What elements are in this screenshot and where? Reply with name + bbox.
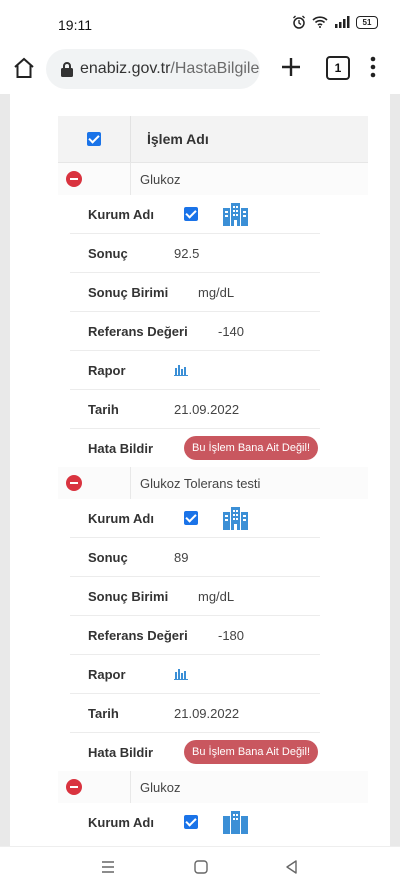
detail-row-sonuc: Sonuç 92.5 xyxy=(70,234,320,273)
label-hata: Hata Bildir xyxy=(88,440,154,456)
browser-toolbar: enabiz.gov.tr/HastaBilgileri/T 1 xyxy=(0,44,400,94)
column-title: İşlem Adı xyxy=(147,131,209,147)
home-nav-icon[interactable] xyxy=(193,859,209,875)
url-path: /HastaBilgileri/T xyxy=(170,60,260,77)
results-table: İşlem Adı Glukoz Kurum Adı Sonuç 92.5 So… xyxy=(58,116,368,841)
label-hata: Hata Bildir xyxy=(88,744,154,760)
detail-row-birim: Sonuç Birimi mg/dL xyxy=(70,577,320,616)
back-icon[interactable] xyxy=(284,859,300,875)
select-all-checkbox[interactable] xyxy=(87,132,101,146)
bar-chart-icon[interactable] xyxy=(174,364,188,376)
minus-circle-icon[interactable] xyxy=(66,475,82,491)
url-domain: enabiz.gov.tr xyxy=(80,60,171,77)
wifi-icon xyxy=(312,16,328,28)
value-sonuc: 92.5 xyxy=(174,245,200,261)
tabs-button[interactable]: 1 xyxy=(326,56,350,80)
battery-icon: 51 xyxy=(356,15,378,29)
alarm-icon xyxy=(293,15,305,29)
bar-chart-icon[interactable] xyxy=(174,668,188,680)
building-icon[interactable] xyxy=(222,202,248,226)
kurum-checkbox[interactable] xyxy=(184,207,198,221)
building-icon[interactable] xyxy=(222,810,248,834)
detail-row-kurum: Kurum Adı xyxy=(70,499,320,538)
label-kurum: Kurum Adı xyxy=(88,206,154,222)
report-not-mine-button[interactable]: Bu İşlem Bana Ait Değil! xyxy=(184,436,319,460)
test-name: Glukoz xyxy=(140,171,181,187)
detail-row-rapor: Rapor xyxy=(70,351,320,390)
detail-row-referans: Referans Değeri -180 xyxy=(70,616,320,655)
detail-row-referans: Referans Değeri -140 xyxy=(70,312,320,351)
value-birim: mg/dL xyxy=(198,284,235,300)
kurum-checkbox[interactable] xyxy=(184,815,198,829)
label-birim: Sonuç Birimi xyxy=(88,588,169,604)
test-name: Glukoz Tolerans testi xyxy=(140,475,261,491)
system-nav-bar xyxy=(0,846,400,889)
url-bar[interactable]: enabiz.gov.tr/HastaBilgileri/T xyxy=(46,49,260,89)
label-sonuc: Sonuç xyxy=(88,245,128,261)
test-detail: Kurum Adı Sonuç 92.5 Sonuç Birimi mg/dL … xyxy=(70,195,320,467)
kurum-checkbox[interactable] xyxy=(184,511,198,525)
table-header: İşlem Adı xyxy=(58,116,368,163)
detail-row-hata: Hata Bildir Bu İşlem Bana Ait Değil! xyxy=(70,733,320,771)
column-divider xyxy=(130,163,131,195)
test-detail: Kurum Adı xyxy=(70,803,320,841)
label-rapor: Rapor xyxy=(88,362,126,378)
group-row: Glukoz xyxy=(58,163,368,195)
home-icon[interactable] xyxy=(12,56,36,80)
detail-row-tarih: Tarih 21.09.2022 xyxy=(70,694,320,733)
label-birim: Sonuç Birimi xyxy=(88,284,169,300)
detail-row-hata: Hata Bildir Bu İşlem Bana Ait Değil! xyxy=(70,429,320,467)
label-referans: Referans Değeri xyxy=(88,627,188,643)
menu-icon[interactable] xyxy=(366,54,380,80)
detail-row-tarih: Tarih 21.09.2022 xyxy=(70,390,320,429)
status-bar: 19:11 51 xyxy=(0,0,400,44)
value-tarih: 21.09.2022 xyxy=(174,401,240,417)
building-icon[interactable] xyxy=(222,506,248,530)
content-card: İşlem Adı Glukoz Kurum Adı Sonuç 92.5 So… xyxy=(10,94,390,846)
group-row: Glukoz Tolerans testi xyxy=(58,467,368,499)
detail-row-kurum: Kurum Adı xyxy=(70,803,320,841)
label-rapor: Rapor xyxy=(88,666,126,682)
value-sonuc: 89 xyxy=(174,549,189,565)
value-referans: -140 xyxy=(218,323,245,339)
label-kurum: Kurum Adı xyxy=(88,510,154,526)
column-divider xyxy=(130,771,131,803)
value-tarih: 21.09.2022 xyxy=(174,705,240,721)
detail-row-kurum: Kurum Adı xyxy=(70,195,320,234)
minus-circle-icon[interactable] xyxy=(66,171,82,187)
test-name: Glukoz xyxy=(140,779,181,795)
label-tarih: Tarih xyxy=(88,705,119,721)
minus-circle-icon[interactable] xyxy=(66,779,82,795)
lock-icon xyxy=(61,62,73,77)
status-time: 19:11 xyxy=(58,17,92,33)
plus-icon[interactable] xyxy=(280,56,302,78)
value-birim: mg/dL xyxy=(198,588,235,604)
header-checkbox-cell xyxy=(58,116,131,162)
label-kurum: Kurum Adı xyxy=(88,814,154,830)
signal-icon xyxy=(335,16,350,28)
page-content: İşlem Adı Glukoz Kurum Adı Sonuç 92.5 So… xyxy=(0,94,400,846)
detail-row-birim: Sonuç Birimi mg/dL xyxy=(70,273,320,312)
label-tarih: Tarih xyxy=(88,401,119,417)
recents-icon[interactable] xyxy=(100,859,116,875)
status-icons: 51 xyxy=(292,15,378,29)
value-referans: -180 xyxy=(218,627,245,643)
url-text: enabiz.gov.tr/HastaBilgileri/T xyxy=(80,60,260,78)
column-divider xyxy=(130,467,131,499)
test-detail: Kurum Adı Sonuç 89 Sonuç Birimi mg/dL Re… xyxy=(70,499,320,771)
group-row: Glukoz xyxy=(58,771,368,803)
label-referans: Referans Değeri xyxy=(88,323,188,339)
detail-row-rapor: Rapor xyxy=(70,655,320,694)
report-not-mine-button[interactable]: Bu İşlem Bana Ait Değil! xyxy=(184,740,319,764)
label-sonuc: Sonuç xyxy=(88,549,128,565)
detail-row-sonuc: Sonuç 89 xyxy=(70,538,320,577)
